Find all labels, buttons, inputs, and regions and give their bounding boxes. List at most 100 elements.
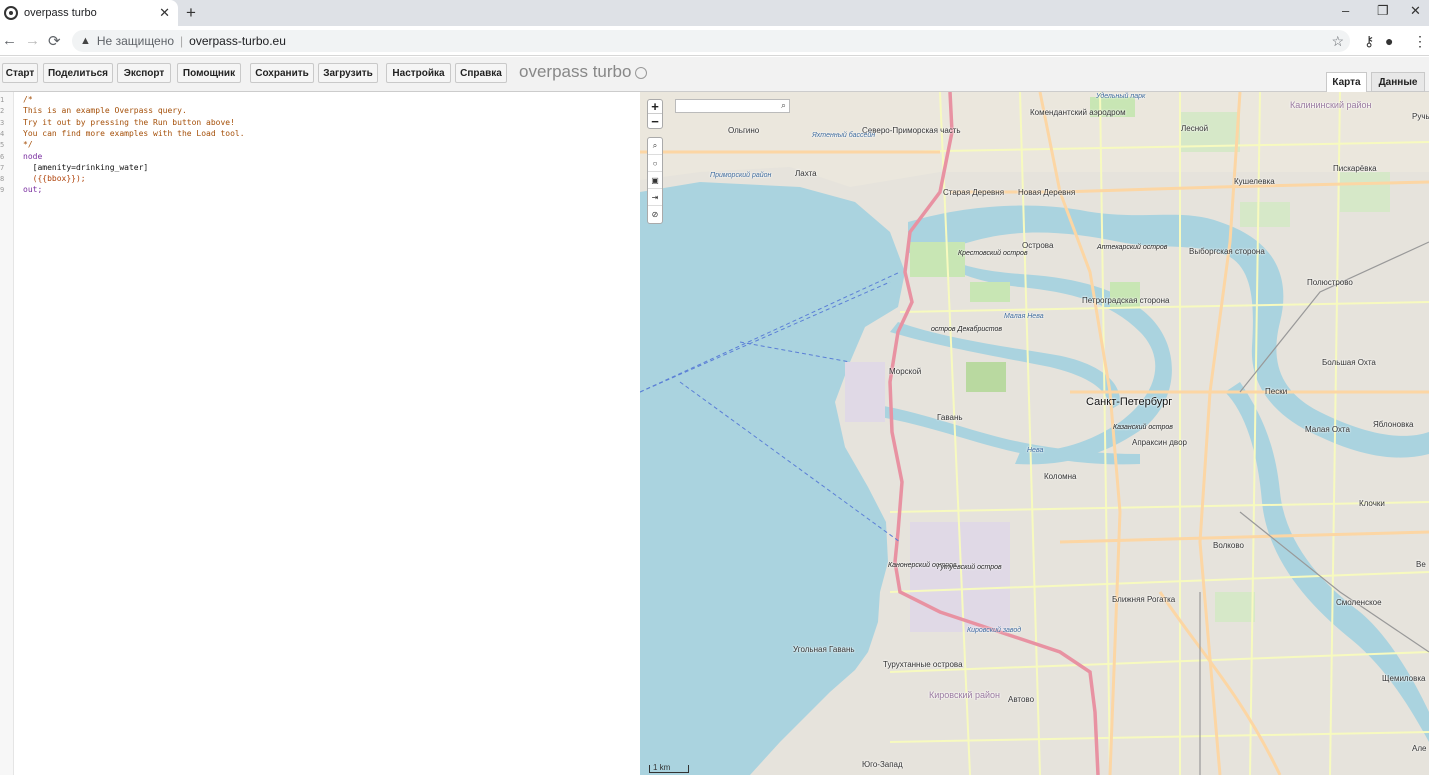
map-label-yablonovka: Яблоновка <box>1373 420 1414 429</box>
map-label-udelny-park: Удельный парк <box>1096 93 1146 100</box>
maximize-button[interactable]: ❐ <box>1377 3 1389 19</box>
line-number: 5 <box>0 141 5 150</box>
browser-tabstrip: overpass turbo ✕ + – ❐ ✕ <box>0 0 1429 26</box>
map-label-malaya-okhta: Малая Охта <box>1305 425 1350 434</box>
map-label-piskarevka: Пискарёвка <box>1333 164 1377 173</box>
tab-data[interactable]: Данные <box>1371 72 1425 92</box>
help-button[interactable]: Справка <box>455 63 507 83</box>
map-label-gutuevsky: Гутуевский остров <box>937 564 1002 571</box>
line-number: 2 <box>0 107 5 116</box>
map-label-smolenskoe: Смоленское <box>1336 598 1382 607</box>
code-line[interactable]: [amenity=drinking_water] <box>23 163 149 172</box>
map-label-kolomna: Коломна <box>1044 472 1077 481</box>
map-label-kazansky: Казанский остров <box>1113 424 1173 431</box>
code-line[interactable]: /* <box>23 95 33 104</box>
profile-icon[interactable]: ● <box>1385 33 1393 49</box>
bookmark-star-icon[interactable]: ☆ <box>1331 33 1344 50</box>
code-line[interactable]: This is an example Overpass query. <box>23 106 187 115</box>
map-label-turukhtannye: Турухтанные острова <box>883 660 963 669</box>
map-label-shchemilovka: Щемиловка <box>1382 674 1426 683</box>
omnibox[interactable]: ▲ Не защищено | overpass-turbo.eu ☆ <box>72 30 1350 52</box>
line-number: 8 <box>0 175 5 184</box>
toggle-data-icon[interactable]: ⇥ <box>648 189 662 206</box>
map-label-malaya-neva: Малая Нева <box>1004 313 1044 320</box>
line-number: 6 <box>0 152 5 161</box>
share-button[interactable]: Поделиться <box>43 63 113 83</box>
brand-text: overpass turbo <box>519 62 632 81</box>
code-line[interactable]: node <box>23 152 42 161</box>
forward-arrow-icon[interactable]: → <box>25 32 40 49</box>
warning-triangle-icon[interactable]: ▲ <box>80 35 91 47</box>
map-label-aptekarsky: Аптекарский остров <box>1097 244 1168 251</box>
omnibox-divider: | <box>180 34 184 48</box>
export-button[interactable]: Экспорт <box>117 63 171 83</box>
map-search-input[interactable]: ⌕ <box>675 99 790 113</box>
map-label-sankt-peterburg: Санкт-Петербург <box>1086 396 1173 408</box>
map-label-volkovo: Волково <box>1213 541 1244 550</box>
map-label-polyustrovo: Полюстрово <box>1307 278 1353 287</box>
code-line[interactable]: You can find more examples with the Load… <box>23 129 245 138</box>
map-label-staraya-derevnya: Старая Деревня <box>943 188 1005 197</box>
load-button[interactable]: Загрузить <box>318 63 378 83</box>
new-tab-button[interactable]: + <box>186 3 196 23</box>
tab-map[interactable]: Карта <box>1326 72 1367 92</box>
run-button[interactable]: Старт <box>2 63 38 83</box>
clear-icon[interactable]: ⊘ <box>648 206 662 223</box>
line-number: 9 <box>0 186 5 195</box>
reload-icon[interactable]: ⟳ <box>48 32 61 50</box>
brand-logo: overpass turbo <box>519 62 648 82</box>
code-line[interactable]: */ <box>23 140 33 149</box>
map-label-novaya-derevnya: Новая Деревня <box>1018 188 1076 197</box>
code-line[interactable]: ({{bbox}}); <box>23 174 86 183</box>
map-label-kushelevka: Кушелевка <box>1234 177 1275 186</box>
save-button[interactable]: Сохранить <box>250 63 314 83</box>
settings-button[interactable]: Настройка <box>386 63 451 83</box>
map-label-primorsky: Приморский район <box>710 172 772 179</box>
locate-icon[interactable]: ○ <box>648 155 662 172</box>
fullscreen-icon[interactable]: ▣ <box>648 172 662 189</box>
app-toolbar: Старт Поделиться Экспорт Помощник Сохран… <box>0 57 1429 92</box>
map-label-kirovsky-zavod: Кировский завод <box>967 627 1022 634</box>
map-label-peski: Пески <box>1265 387 1288 396</box>
map-view[interactable]: Санкт-Петербург Калининский район Коменд… <box>640 92 1429 775</box>
line-number: 7 <box>0 163 5 172</box>
map-label-krestovsky: Крестовский остров <box>958 250 1028 257</box>
minimize-button[interactable]: – <box>1342 3 1349 18</box>
code-line[interactable]: Try it out by pressing the Run button ab… <box>23 118 235 127</box>
map-scale: 1 km <box>649 764 689 773</box>
line-number: 3 <box>0 118 5 127</box>
key-icon[interactable]: ⚷ <box>1364 33 1374 50</box>
map-label-morskoy: Морской <box>889 367 922 376</box>
map-label-gavan: Гавань <box>937 413 963 422</box>
back-arrow-icon[interactable]: ← <box>2 32 17 49</box>
search-icon[interactable]: ⌕ <box>781 100 786 111</box>
map-label-yakhtenny: Яхтенный бассейн <box>812 132 876 139</box>
map-label-neva: Нева <box>1027 447 1044 454</box>
wizard-button[interactable]: Помощник <box>177 63 241 83</box>
address-bar: ← → ⟳ ▲ Не защищено | overpass-turbo.eu … <box>0 26 1429 56</box>
overpass-logo-icon <box>635 66 648 79</box>
menu-kebab-icon[interactable]: ⋮ <box>1413 33 1427 50</box>
zoom-out-button[interactable]: − <box>648 114 662 129</box>
close-window-button[interactable]: ✕ <box>1410 3 1421 19</box>
map-label-ve: Ве <box>1416 560 1426 569</box>
map-label-yugo-zapad: Юго-Запад <box>862 760 903 769</box>
browser-tab[interactable]: overpass turbo ✕ <box>0 0 178 26</box>
tab-close-icon[interactable]: ✕ <box>159 5 170 21</box>
map-label-lakhta: Лахта <box>795 169 817 178</box>
map-label-petrogradskaya: Петроградская сторона <box>1082 296 1170 305</box>
map-label-olgino: Ольгино <box>728 126 760 135</box>
map-label-bolshaya-okhta: Большая Охта <box>1322 358 1376 367</box>
map-label-avtovo: Автово <box>1008 695 1035 704</box>
query-editor[interactable]: 1 2 3 4 5 6 7 8 9 /* This is an example Overpass … <box>0 92 640 775</box>
map-label-kirovsky-rayon: Кировский район <box>929 690 1000 700</box>
map-label-blizhnyaya-rogatka: Ближняя Рогатка <box>1112 595 1176 604</box>
map-label-kalininsky: Калининский район <box>1290 100 1372 110</box>
zoom-in-button[interactable]: + <box>648 99 662 114</box>
map-label-dekabristov: остров Декабристов <box>931 326 1003 333</box>
map-label-komendantsky: Комендантский аэродром <box>1030 108 1126 117</box>
code-line[interactable]: out; <box>23 185 42 194</box>
zoom-to-data-icon[interactable]: ⌕ <box>648 138 662 155</box>
zoom-control: + − <box>647 99 663 129</box>
line-number: 4 <box>0 129 5 138</box>
